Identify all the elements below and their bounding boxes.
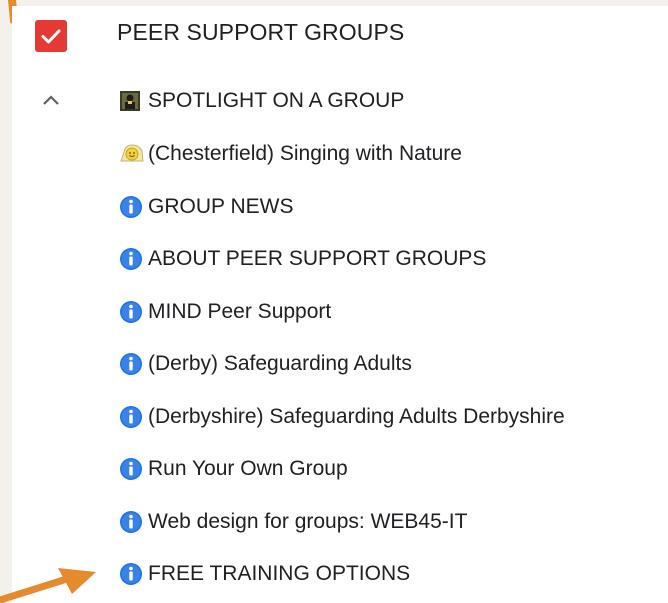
layer-item-spotlight[interactable]: SPOTLIGHT ON A GROUP bbox=[119, 86, 404, 116]
info-icon bbox=[119, 297, 148, 327]
info-icon bbox=[119, 454, 148, 484]
layer-item-label: (Derby) Safeguarding Adults bbox=[148, 352, 412, 375]
checkmark-icon bbox=[41, 29, 61, 44]
layer-group-checkbox[interactable] bbox=[35, 20, 67, 52]
layer-item-label: (Derbyshire) Safeguarding Adults Derbysh… bbox=[148, 405, 565, 428]
info-icon bbox=[119, 402, 148, 432]
layer-item-derby-safeguarding[interactable]: (Derby) Safeguarding Adults bbox=[119, 349, 412, 379]
smiley-sun-icon bbox=[119, 139, 148, 169]
info-icon bbox=[119, 507, 148, 537]
screenshot-frame: PEER SUPPORT GROUPS SPOTLIGHT ON A GROUP bbox=[0, 0, 668, 603]
info-icon bbox=[119, 192, 148, 222]
layer-item-mind-peer-support[interactable]: MIND Peer Support bbox=[119, 297, 331, 327]
layer-item-web-design[interactable]: Web design for groups: WEB45-IT bbox=[119, 507, 467, 537]
layer-item-label: Run Your Own Group bbox=[148, 457, 348, 480]
info-icon bbox=[119, 349, 148, 379]
annotation-arrow-bottom bbox=[0, 568, 96, 603]
layer-item-label: ABOUT PEER SUPPORT GROUPS bbox=[148, 247, 487, 270]
group-title: PEER SUPPORT GROUPS bbox=[117, 19, 405, 45]
layer-item-group-news[interactable]: GROUP NEWS bbox=[119, 192, 293, 222]
layer-item-label: SPOTLIGHT ON A GROUP bbox=[148, 89, 405, 112]
layer-item-singing-with-nature[interactable]: (Chesterfield) Singing with Nature bbox=[119, 139, 462, 169]
group-photo-icon bbox=[119, 86, 148, 116]
layer-item-run-your-own-group[interactable]: Run Your Own Group bbox=[119, 454, 348, 484]
layer-item-about-peer-support[interactable]: ABOUT PEER SUPPORT GROUPS bbox=[119, 244, 486, 274]
layer-item-label: GROUP NEWS bbox=[148, 195, 294, 218]
info-icon bbox=[119, 559, 148, 589]
layer-item-free-training[interactable]: FREE TRAINING OPTIONS bbox=[119, 559, 410, 589]
layer-item-label: (Chesterfield) Singing with Nature bbox=[148, 142, 462, 165]
layer-item-derbyshire-safeguarding[interactable]: (Derbyshire) Safeguarding Adults Derbysh… bbox=[119, 402, 565, 432]
info-icon bbox=[119, 244, 148, 274]
layer-item-label: FREE TRAINING OPTIONS bbox=[148, 562, 411, 585]
chevron-up-icon[interactable] bbox=[42, 93, 60, 107]
layer-item-label: Web design for groups: WEB45-IT bbox=[148, 510, 468, 533]
layer-item-label: MIND Peer Support bbox=[148, 300, 332, 323]
